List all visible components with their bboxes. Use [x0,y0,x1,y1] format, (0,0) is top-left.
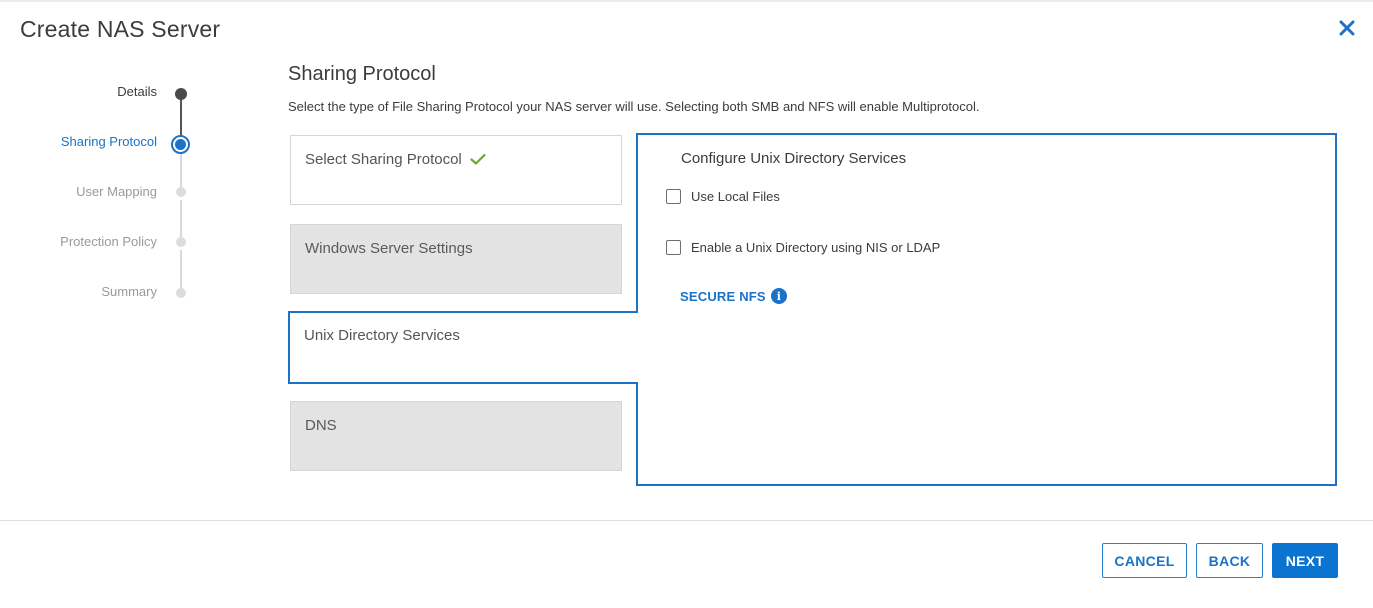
checkbox-label: Use Local Files [691,189,780,204]
checkmark-icon [470,152,486,169]
close-icon [1339,20,1355,36]
cancel-button[interactable]: CANCEL [1102,543,1187,578]
card-label: Select Sharing Protocol [305,151,462,168]
section-title: Sharing Protocol [288,63,436,85]
info-icon[interactable]: i [770,288,787,304]
stepper-line-done [180,99,182,137]
step-done-dot [175,88,187,100]
step-pending-dot [176,288,186,298]
card-label: Unix Directory Services [304,327,460,344]
step-user-mapping: User Mapping [76,184,157,199]
panel-title: Configure Unix Directory Services [681,150,907,167]
top-edge [0,0,1373,2]
step-sharing-protocol[interactable]: Sharing Protocol [61,134,157,149]
card-windows-server-settings: Windows Server Settings [290,224,622,294]
step-summary: Summary [101,284,157,299]
back-button[interactable]: BACK [1196,543,1263,578]
checkbox-label: Enable a Unix Directory using NIS or LDA… [691,240,941,255]
unix-directory-panel: Configure Unix Directory Services Use Lo… [638,135,1334,484]
step-pending-dot [176,187,186,197]
step-details[interactable]: Details [117,84,157,99]
section-description: Select the type of File Sharing Protocol… [288,99,980,114]
card-label: DNS [305,417,337,434]
stepper-line-pending [180,250,182,288]
footer-divider [0,520,1373,521]
step-pending-dot [176,237,186,247]
stepper-line-pending [180,200,182,238]
next-button[interactable]: NEXT [1272,543,1338,578]
secure-nfs-label: SECURE NFS [680,288,766,304]
secure-nfs-link[interactable]: SECURE NFS i [680,288,787,304]
stepper-line-pending [180,150,182,188]
close-button[interactable] [1337,18,1357,38]
dialog-title: Create NAS Server [20,16,221,42]
card-select-sharing-protocol[interactable]: Select Sharing Protocol [290,135,622,205]
step-active-dot [171,135,190,154]
enable-unix-directory-checkbox[interactable]: Enable a Unix Directory using NIS or LDA… [666,240,940,255]
card-unix-directory-services[interactable]: Unix Directory Services [290,312,622,382]
checkbox-box[interactable] [666,189,681,204]
card-dns: DNS [290,401,622,471]
checkbox-box[interactable] [666,240,681,255]
card-label: Windows Server Settings [305,240,473,257]
use-local-files-checkbox[interactable]: Use Local Files [666,189,780,204]
step-protection-policy: Protection Policy [60,234,157,249]
